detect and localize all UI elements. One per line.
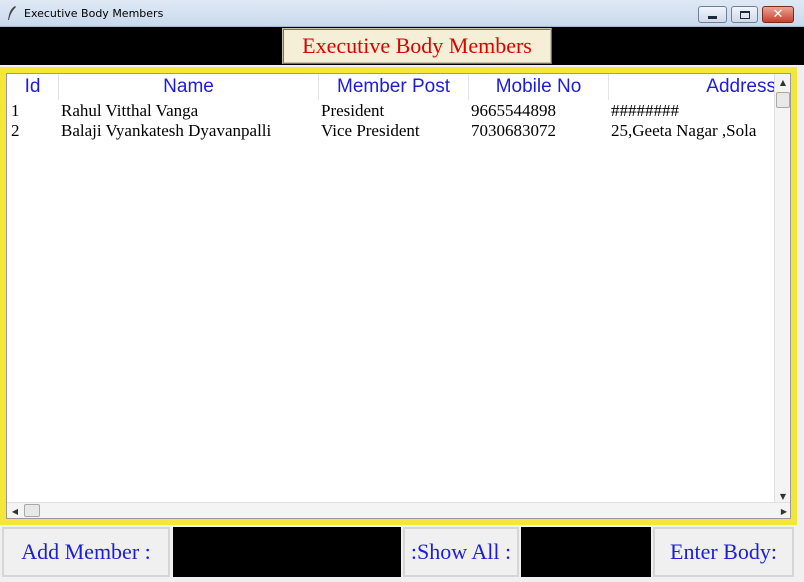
add-member-panel [173, 527, 401, 577]
page-title: Executive Body Members [282, 28, 552, 64]
window-client-area: Executive Body Members Id Name Member Po… [0, 27, 804, 582]
feather-icon [8, 6, 16, 20]
vertical-scroll-thumb[interactable] [776, 92, 790, 108]
enter-body-button[interactable]: Enter Body: [653, 527, 794, 577]
minimize-button[interactable] [698, 6, 727, 23]
column-header-address[interactable]: Address [609, 74, 777, 100]
members-table[interactable]: Id Name Member Post Mobile No Address 1 … [6, 73, 791, 519]
header-band: Executive Body Members [0, 27, 804, 65]
cell-name: Rahul Vitthal Vanga [61, 101, 199, 120]
cell-id: 1 [11, 101, 20, 120]
minimize-icon [708, 15, 717, 19]
column-header-mobile-no[interactable]: Mobile No [469, 74, 609, 100]
column-header-id[interactable]: Id [7, 74, 59, 100]
show-all-panel [521, 527, 651, 577]
horizontal-scroll-thumb[interactable] [24, 504, 40, 517]
title-bar: Executive Body Members ✕ [0, 0, 804, 27]
maximize-button[interactable] [731, 6, 758, 23]
close-button[interactable]: ✕ [762, 6, 794, 23]
add-member-button[interactable]: Add Member : [2, 527, 170, 577]
column-header-name[interactable]: Name [59, 74, 319, 100]
cell-address: ######## [611, 101, 679, 120]
bottom-control-bar: Add Member : :Show All : Enter Body: [0, 526, 804, 582]
cell-id: 2 [11, 121, 20, 140]
table-frame: Id Name Member Post Mobile No Address 1 … [0, 67, 797, 525]
table-body: 1 Rahul Vitthal Vanga President 96655448… [7, 101, 777, 141]
scroll-up-icon[interactable]: ▲ [775, 74, 790, 90]
maximize-icon [739, 10, 750, 19]
column-header-member-post[interactable]: Member Post [319, 74, 469, 100]
cell-post: President [321, 101, 385, 120]
table-row[interactable]: 2 Balaji Vyankatesh Dyavanpalli Vice Pre… [7, 121, 777, 141]
cell-name: Balaji Vyankatesh Dyavanpalli [61, 121, 272, 140]
table-row[interactable]: 1 Rahul Vitthal Vanga President 96655448… [7, 101, 777, 121]
cell-mobile: 7030683072 [471, 121, 556, 140]
cell-post: Vice President [321, 121, 420, 140]
close-icon: ✕ [772, 7, 784, 22]
table-header-row: Id Name Member Post Mobile No Address [7, 74, 777, 100]
scroll-right-icon[interactable]: ▶ [776, 503, 790, 518]
cell-address: 25,Geeta Nagar ,Sola [611, 121, 757, 140]
scroll-left-icon[interactable]: ◀ [7, 503, 23, 518]
show-all-button[interactable]: :Show All : [403, 527, 519, 577]
cell-mobile: 9665544898 [471, 101, 556, 120]
window-title: Executive Body Members [24, 7, 164, 20]
horizontal-scrollbar[interactable]: ◀ ▶ [7, 502, 790, 518]
vertical-scrollbar[interactable]: ▲ ▼ [774, 74, 790, 504]
